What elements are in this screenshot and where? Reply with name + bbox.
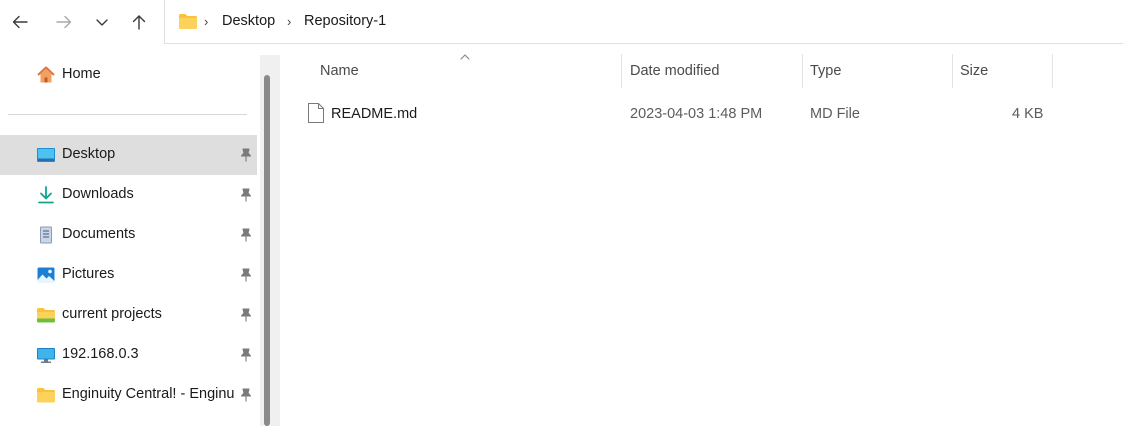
download-icon [38, 186, 54, 204]
back-button[interactable] [4, 6, 36, 38]
file-icon [308, 103, 324, 123]
address-bar[interactable]: › Desktop › Repository-1 [164, 0, 1123, 44]
monitor-icon [37, 348, 55, 363]
folder-icon [37, 388, 55, 403]
file-row[interactable]: README.md 2023-04-03 1:48 PM MD File 4 K… [300, 94, 1060, 134]
folder-icon [37, 308, 55, 323]
pin-icon[interactable] [238, 227, 254, 243]
document-icon [40, 226, 52, 244]
file-date-modified: 2023-04-03 1:48 PM [630, 106, 763, 122]
sidebar-item-label: Documents [62, 226, 136, 242]
file-size: 4 KB [1012, 106, 1044, 122]
folder-icon [179, 14, 197, 29]
navigation-bar: › Desktop › Repository-1 [0, 0, 1123, 44]
sidebar-item-label: Enginuity Central! - Enginu [62, 386, 235, 402]
up-button[interactable] [123, 6, 155, 38]
forward-button[interactable] [48, 6, 80, 38]
breadcrumb-separator: › [204, 14, 209, 29]
chevron-down-icon [96, 19, 108, 26]
sidebar-item-network-location[interactable]: 192.168.0.3 [0, 335, 257, 375]
sidebar-item-documents[interactable]: Documents [0, 215, 257, 255]
sidebar-item-label: Pictures [62, 266, 115, 282]
pin-icon[interactable] [238, 187, 254, 203]
column-header-type[interactable]: Type [810, 63, 841, 79]
navigation-pane: Home Desktop Downloads Documents Picture… [0, 55, 260, 426]
desktop-icon [37, 148, 55, 162]
sidebar-item-label: Desktop [62, 146, 116, 162]
column-divider[interactable] [802, 54, 803, 88]
arrow-right-icon [56, 15, 72, 29]
sidebar-item-label: Downloads [62, 186, 134, 202]
pin-icon[interactable] [238, 147, 254, 163]
sidebar-item-pictures[interactable]: Pictures [0, 255, 257, 295]
column-divider[interactable] [621, 54, 622, 88]
sidebar-scrollbar-thumb[interactable] [264, 75, 270, 426]
column-divider[interactable] [1052, 54, 1053, 88]
column-header-size[interactable]: Size [960, 63, 988, 79]
sidebar-item-downloads[interactable]: Downloads [0, 175, 257, 215]
sidebar-item-label: current projects [62, 306, 162, 322]
breadcrumb-repository[interactable]: Repository-1 [304, 13, 386, 29]
sidebar-item-home[interactable]: Home [0, 55, 257, 95]
pictures-icon [37, 267, 55, 283]
pin-icon[interactable] [238, 347, 254, 363]
arrow-up-icon [132, 15, 146, 30]
pin-icon[interactable] [238, 387, 254, 403]
sidebar-item-desktop[interactable]: Desktop [0, 135, 257, 175]
column-header-name[interactable]: Name [320, 63, 359, 79]
sidebar-scrollbar-track[interactable] [260, 55, 280, 426]
file-type: MD File [810, 106, 860, 122]
pin-icon[interactable] [238, 267, 254, 283]
breadcrumb-desktop[interactable]: Desktop [222, 13, 275, 29]
breadcrumb-separator: › [287, 14, 292, 29]
file-name: README.md [331, 106, 418, 122]
sidebar-divider [8, 114, 247, 115]
file-list: Name Date modified Type Size README.md 2… [280, 44, 1123, 426]
sidebar-item-label: 192.168.0.3 [62, 346, 139, 362]
arrow-left-icon [12, 15, 28, 29]
sidebar-item-current-projects[interactable]: current projects [0, 295, 257, 335]
home-icon [37, 66, 55, 83]
recent-locations-button[interactable] [86, 6, 118, 38]
sidebar-item-enginuity-central[interactable]: Enginuity Central! - Enginu [0, 375, 257, 415]
column-header-date-modified[interactable]: Date modified [630, 63, 719, 79]
column-divider[interactable] [952, 54, 953, 88]
pin-icon[interactable] [238, 307, 254, 323]
sidebar-item-label: Home [62, 66, 101, 82]
sort-ascending-icon [460, 54, 470, 60]
